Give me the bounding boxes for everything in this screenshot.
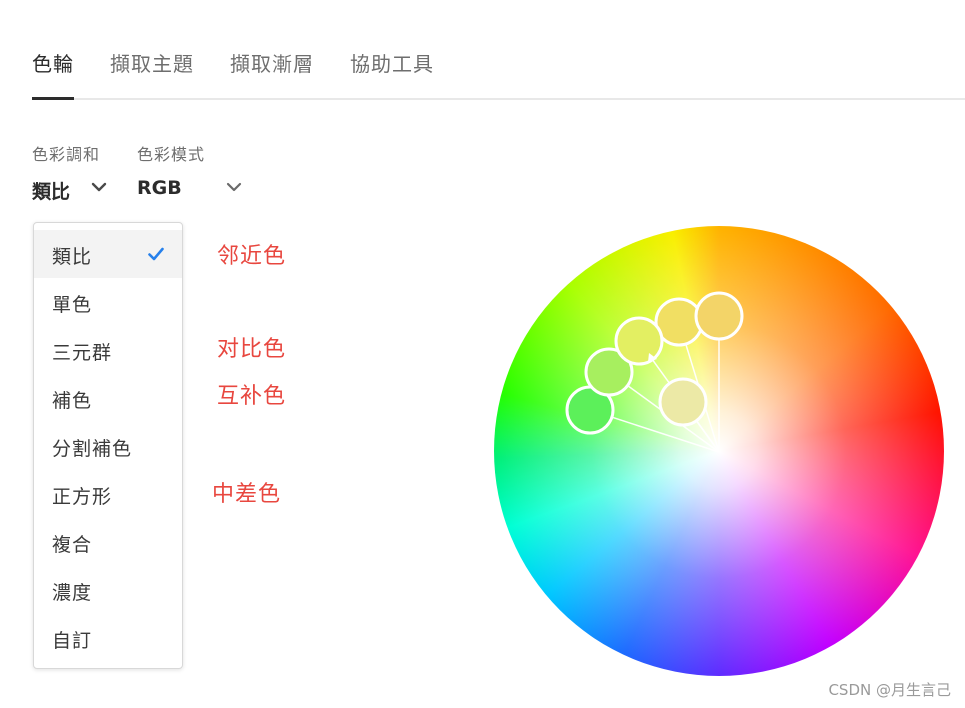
color-mode-label: 色彩模式: [137, 145, 206, 164]
menu-item-label: 三元群: [52, 342, 113, 364]
menu-item-label: 補色: [52, 390, 93, 412]
tab-extract-gradient[interactable]: 擷取漸層: [230, 48, 314, 77]
tab-accessibility-tools[interactable]: 協助工具: [350, 48, 434, 77]
menu-item-label: 單色: [52, 294, 93, 316]
watermark: CSDN @月生言己: [828, 681, 951, 699]
active-tab-indicator: [32, 97, 74, 100]
menu-item-square[interactable]: 正方形: [34, 470, 182, 518]
menu-item-label: 類比: [52, 246, 93, 268]
menu-item-analogous[interactable]: 類比: [34, 230, 182, 278]
menu-item-split-complementary[interactable]: 分割補色: [34, 422, 182, 470]
harmony-dropdown-menu: 類比 單色 三元群 補色 分割補色 正方形 複合 濃度 自訂: [33, 222, 183, 669]
menu-item-triad[interactable]: 三元群: [34, 326, 182, 374]
annotation-complementary-colors: 互补色: [217, 384, 287, 409]
color-mode-chevron-down-icon[interactable]: [226, 181, 244, 195]
base-color-swatch-handle[interactable]: [614, 316, 664, 366]
color-mode-picker-value[interactable]: RGB: [137, 177, 182, 199]
menu-item-custom[interactable]: 自訂: [34, 614, 182, 662]
harmony-chevron-down-icon[interactable]: [91, 181, 109, 195]
menu-item-label: 複合: [52, 534, 93, 556]
menu-item-label: 正方形: [52, 486, 113, 508]
annotation-contrast-colors: 对比色: [217, 337, 287, 362]
menu-item-complementary[interactable]: 補色: [34, 374, 182, 422]
color-swatch-handle[interactable]: [658, 377, 708, 427]
color-wheel[interactable]: [494, 226, 944, 676]
annotation-medium-difference-colors: 中差色: [212, 482, 282, 507]
checkmark-icon: [148, 246, 164, 265]
menu-item-label: 濃度: [52, 582, 93, 604]
tab-extract-theme[interactable]: 擷取主題: [110, 48, 194, 77]
harmony-label: 色彩調和: [32, 145, 101, 164]
menu-item-monochromatic[interactable]: 單色: [34, 278, 182, 326]
menu-item-label: 分割補色: [52, 438, 133, 460]
menu-item-compound[interactable]: 複合: [34, 518, 182, 566]
color-swatch-handle[interactable]: [694, 291, 744, 341]
color-wheel-markers: [565, 291, 744, 453]
annotation-adjacent-colors: 邻近色: [217, 244, 287, 269]
harmony-picker-value[interactable]: 類比: [32, 177, 70, 204]
tab-divider: [32, 98, 965, 100]
menu-item-label: 自訂: [52, 630, 93, 652]
menu-item-shades[interactable]: 濃度: [34, 566, 182, 614]
tab-color-wheel[interactable]: 色輪: [32, 48, 74, 77]
